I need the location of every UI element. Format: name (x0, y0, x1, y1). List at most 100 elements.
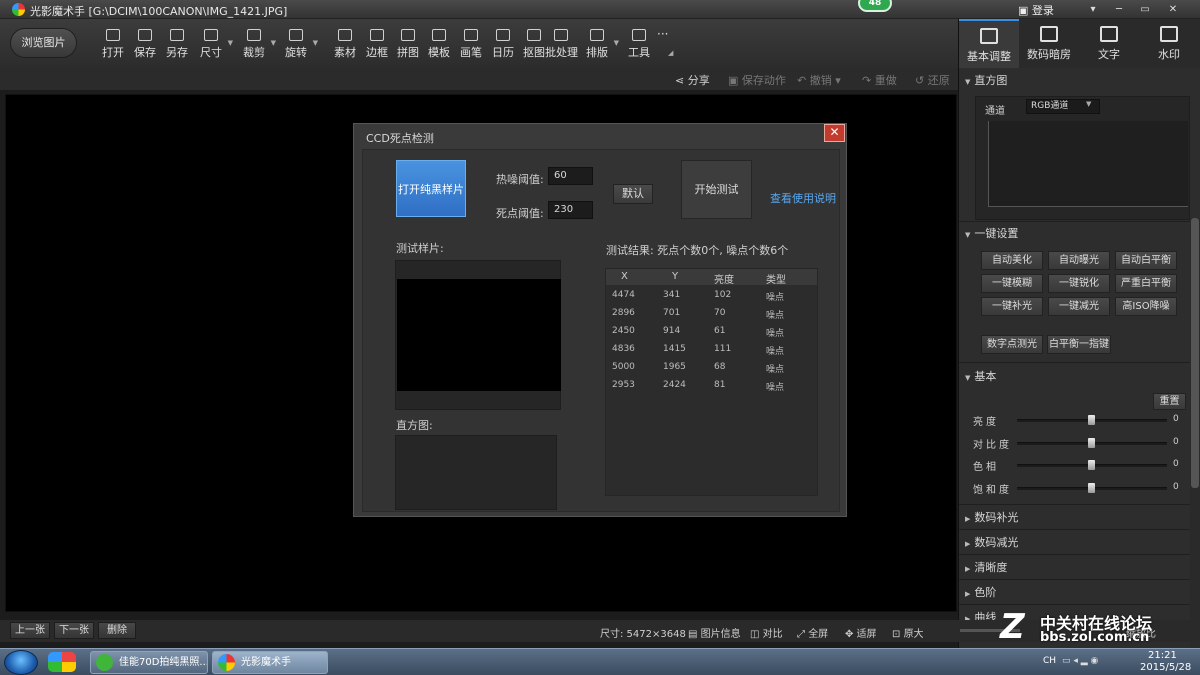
browse-images-button[interactable]: 浏览图片 (10, 28, 77, 58)
table-row[interactable]: 2896 701 70 噪点 (606, 308, 817, 324)
tab-adjust[interactable]: 基本调整 (959, 19, 1019, 68)
table-row[interactable]: 5000 1965 68 噪点 (606, 362, 817, 378)
dead-threshold-input[interactable]: 230 (548, 201, 593, 219)
tray-icons[interactable]: ▭ ◂ ▂ ◉ (1062, 656, 1098, 666)
undo-label: 撤销 (809, 74, 832, 87)
save-action-button[interactable]: ▣ 保存动作 (728, 72, 786, 88)
toolbar-tools-button[interactable]: 工具 (623, 29, 655, 63)
maximize-button[interactable]: ▭ (1134, 2, 1156, 17)
help-link[interactable]: 查看使用说明 (770, 190, 836, 206)
collapse-icon: ▼ (965, 374, 971, 382)
collapsed-section-header[interactable]: ▶ 清晰度 (965, 559, 1007, 575)
basic-title: 基本 (974, 370, 997, 383)
one-click-reduce-light-button[interactable]: 一键减光 (1048, 297, 1110, 316)
toolbar-save-as-button[interactable]: 另存 (161, 29, 193, 63)
scrollbar-thumb[interactable] (1191, 218, 1199, 488)
table-row[interactable]: 2953 2424 81 噪点 (606, 380, 817, 396)
toolbar-collage-button[interactable]: 拼图 (392, 29, 424, 63)
chevron-down-icon[interactable]: ▼ (271, 39, 276, 47)
slider-handle[interactable] (1088, 460, 1095, 470)
more-tools-button[interactable]: ··· (657, 27, 668, 41)
toolbar-brush-button[interactable]: 画笔 (455, 29, 487, 63)
histogram-section-header[interactable]: ▼ 直方图 (965, 72, 1007, 88)
expand-icon: ▶ (965, 540, 971, 548)
table-row[interactable]: 2450 914 61 噪点 (606, 326, 817, 342)
one-click-blur-button[interactable]: 一键模糊 (981, 274, 1043, 293)
expand-icon[interactable]: ◢ (668, 49, 673, 57)
strong-white-balance-button[interactable]: 严重白平衡 (1115, 274, 1177, 293)
fit-screen-button[interactable]: ✥ 适屏 (845, 625, 877, 640)
default-button[interactable]: 默认 (613, 184, 653, 204)
chevron-down-icon[interactable]: ▼ (1086, 100, 1091, 108)
divider (959, 604, 1191, 605)
reset-button[interactable]: 重置 (1153, 393, 1186, 410)
minimize-button[interactable]: ─ (1108, 2, 1130, 17)
dialog-close-button[interactable]: ✕ (824, 124, 845, 142)
chevron-down-icon[interactable]: ▼ (614, 39, 619, 47)
white-balance-picker-button[interactable]: 白平衡一指键 (1047, 335, 1111, 354)
toolbar-material-button[interactable]: 素材 (329, 29, 361, 63)
tab-darkroom[interactable]: 数码暗房 (1019, 19, 1079, 68)
toolbar-batch-button[interactable]: 批处理 (545, 29, 578, 63)
notification-badge[interactable]: 48 (858, 0, 892, 12)
fullscreen-button[interactable]: ⤢ 全屏 (797, 625, 828, 640)
table-cell: 5000 (612, 362, 635, 372)
next-image-button[interactable]: 下一张 (54, 622, 94, 639)
chevron-down-icon[interactable]: ▼ (313, 39, 318, 47)
clock-time[interactable]: 21:21 (1148, 650, 1177, 661)
slider-handle[interactable] (1088, 482, 1095, 493)
table-row[interactable]: 4836 1415 111 噪点 (606, 344, 817, 360)
toolbar-border-button[interactable]: 边框 (361, 29, 393, 63)
one-click-fill-light-button[interactable]: 一键补光 (981, 297, 1043, 316)
prev-image-button[interactable]: 上一张 (10, 622, 50, 639)
collapsed-section-header[interactable]: ▶ 色阶 (965, 584, 996, 600)
auto-white-balance-button[interactable]: 自动白平衡 (1115, 251, 1177, 270)
one-click-section-header[interactable]: ▼ 一键设置 (965, 225, 1018, 241)
taskbar-item-browser[interactable]: 佳能70D拍纯黑照... (90, 651, 208, 674)
toolbar-open-button[interactable]: 打开 (97, 29, 129, 63)
toolbar-calendar-button[interactable]: 日历 (487, 29, 519, 63)
one-click-sharpen-button[interactable]: 一键锐化 (1048, 274, 1110, 293)
toolbar-resize-button[interactable]: 尺寸 ▼ (195, 29, 233, 63)
image-info-button[interactable]: ▤ 图片信息 (688, 625, 741, 640)
toolbar-label: 素材 (334, 46, 356, 59)
hot-threshold-input[interactable]: 60 (548, 167, 593, 185)
undo-button[interactable]: ↶ 撤销 ▾ (797, 72, 841, 88)
original-size-button[interactable]: ⊡ 原大 (892, 625, 924, 640)
share-button[interactable]: ⋖ 分享 (675, 72, 710, 88)
calendar-icon (496, 29, 510, 41)
start-test-button[interactable]: 开始测试 (681, 160, 752, 219)
redo-button[interactable]: ↷ 重做 (862, 72, 897, 88)
table-row[interactable]: 4474 341 102 噪点 (606, 290, 817, 306)
toolbar-crop-button[interactable]: 裁剪 ▼ (238, 29, 276, 63)
auto-exposure-button[interactable]: 自动曝光 (1048, 251, 1110, 270)
auto-beautify-button[interactable]: 自动美化 (981, 251, 1043, 270)
skin-menu-button[interactable]: ▾ (1082, 2, 1104, 17)
open-black-sample-button[interactable]: 打开纯黑样片 (396, 160, 466, 217)
delete-image-button[interactable]: 删除 (98, 622, 136, 639)
quicklaunch-icon[interactable] (48, 652, 76, 672)
start-button[interactable] (4, 650, 38, 675)
login-button[interactable]: ▣ 登录 (1018, 2, 1054, 18)
toolbar-layout-button[interactable]: 排版 ▼ (581, 29, 619, 63)
slider-handle[interactable] (1088, 437, 1095, 448)
tab-text[interactable]: 文字 (1079, 19, 1139, 68)
spot-metering-button[interactable]: 数字点测光 (981, 335, 1043, 354)
app-window: 光影魔术手 [G:\DCIM\100CANON\IMG_1421.JPG] ▣ … (0, 0, 1200, 675)
clock-date[interactable]: 2015/5/28 (1140, 662, 1191, 673)
tab-watermark[interactable]: 水印 (1139, 19, 1199, 68)
toolbar-save-button[interactable]: 保存 (129, 29, 161, 63)
high-iso-denoise-button[interactable]: 高ISO降噪 (1115, 297, 1177, 316)
collapsed-section-header[interactable]: ▶ 数码减光 (965, 534, 1018, 550)
collapsed-section-header[interactable]: ▶ 数码补光 (965, 509, 1018, 525)
slider-handle[interactable] (1088, 415, 1095, 425)
close-window-button[interactable]: ✕ (1162, 2, 1184, 17)
toolbar-template-button[interactable]: 模板 (423, 29, 455, 63)
compare-button[interactable]: ◫ 对比 (750, 625, 783, 640)
basic-section-header[interactable]: ▼ 基本 (965, 368, 996, 384)
input-language[interactable]: CH (1043, 656, 1056, 666)
chevron-down-icon[interactable]: ▼ (228, 39, 233, 47)
taskbar-item-photo-app[interactable]: 光影魔术手 (212, 651, 328, 674)
toolbar-rotate-button[interactable]: 旋转 ▼ (280, 29, 318, 63)
restore-button[interactable]: ↺ 还原 (915, 72, 950, 88)
